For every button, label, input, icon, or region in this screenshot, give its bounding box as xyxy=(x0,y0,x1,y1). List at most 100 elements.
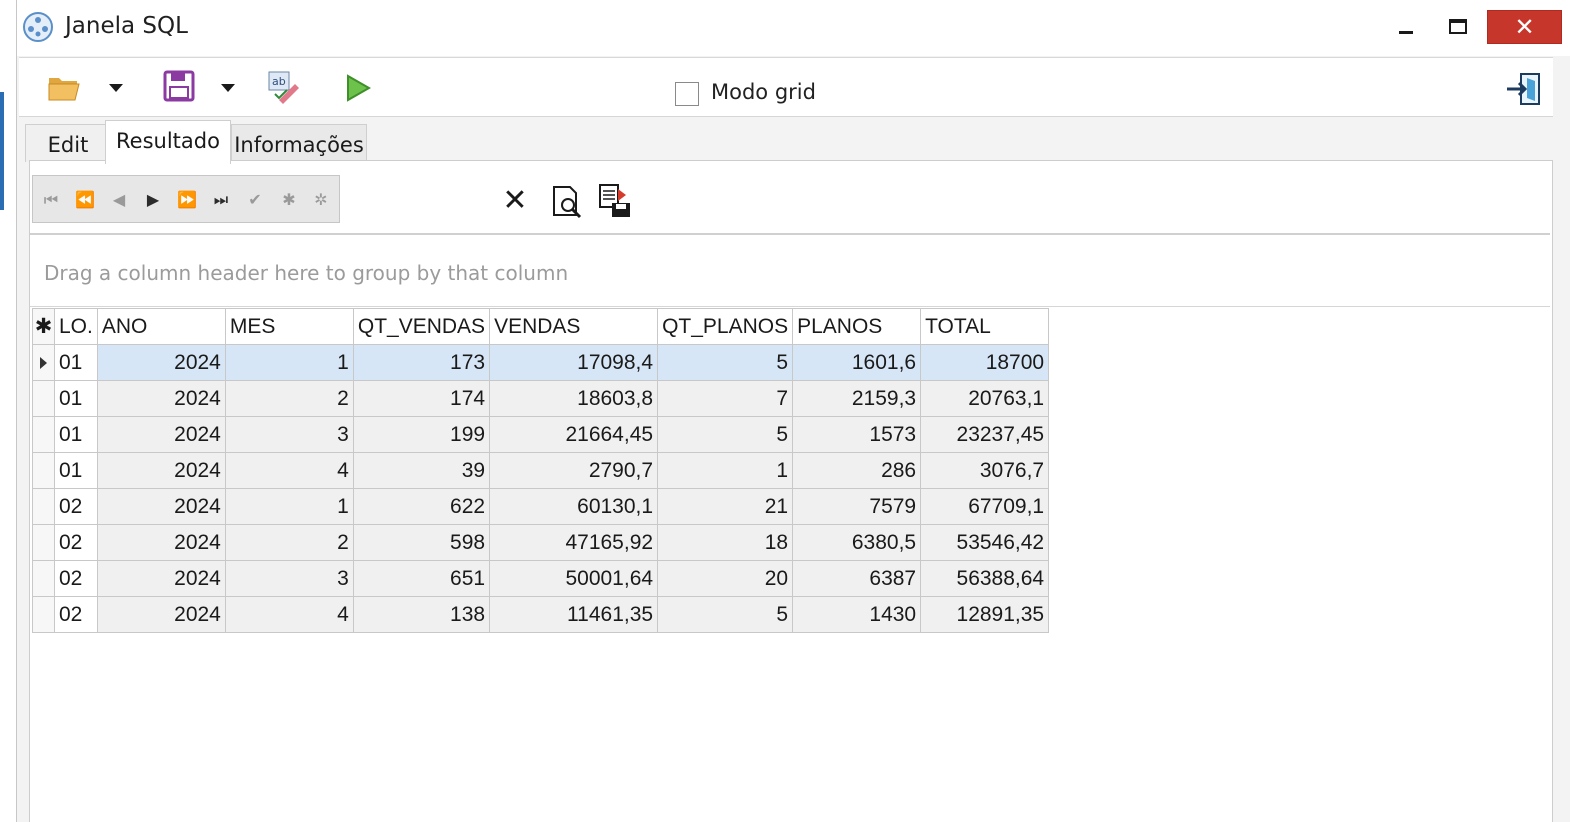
first-record-icon[interactable]: ⏮ xyxy=(37,186,65,214)
grid-cell[interactable]: 6380,5 xyxy=(792,524,922,561)
grid-cell[interactable]: 173 xyxy=(352,344,491,381)
grid-cell[interactable]: 60130,1 xyxy=(489,488,659,525)
grid-cell[interactable]: 1601,6 xyxy=(792,344,922,381)
exit-icon[interactable] xyxy=(1505,72,1545,106)
grid-cell[interactable]: 11461,35 xyxy=(489,596,659,633)
row-indicator[interactable] xyxy=(32,524,55,561)
grid-cell[interactable]: 47165,92 xyxy=(489,524,659,561)
grid-cell[interactable]: 7 xyxy=(657,380,794,417)
grid-cell[interactable]: 622 xyxy=(352,488,491,525)
grid-cell[interactable]: 199 xyxy=(352,416,491,453)
checkbox-box[interactable] xyxy=(675,82,699,106)
grid-cell[interactable]: 5 xyxy=(657,344,794,381)
prior-page-icon[interactable]: ⏪ xyxy=(71,186,99,214)
grid-cell[interactable]: 53546,42 xyxy=(920,524,1050,561)
row-indicator[interactable] xyxy=(32,560,55,597)
row-indicator[interactable] xyxy=(32,596,55,633)
grid-cell[interactable]: 1430 xyxy=(792,596,922,633)
next-page-icon[interactable]: ⏩ xyxy=(173,186,201,214)
grid-cell[interactable]: 1 xyxy=(224,344,354,381)
save-icon[interactable] xyxy=(163,70,195,102)
grid-cell[interactable]: 56388,64 xyxy=(920,560,1050,597)
run-icon[interactable] xyxy=(345,74,371,102)
table-row[interactable]: 02 2024 3 651 50001,64 20 6387 56388,64 xyxy=(32,560,1050,597)
grid-cell[interactable]: 4 xyxy=(224,452,354,489)
grid-cell[interactable]: 2024 xyxy=(96,560,226,597)
grid-cell[interactable]: 6387 xyxy=(792,560,922,597)
title-bar[interactable]: Janela SQL ✕ xyxy=(17,0,1570,56)
grid-cell[interactable]: 2024 xyxy=(96,488,226,525)
next-record-icon[interactable]: ▶ xyxy=(139,186,167,214)
grid-cell[interactable]: 2024 xyxy=(96,380,226,417)
grid-cell[interactable]: 18 xyxy=(657,524,794,561)
tab-resultado[interactable]: Resultado xyxy=(105,120,231,164)
grid-cell[interactable]: 17098,4 xyxy=(489,344,659,381)
grid-cell[interactable]: 02 xyxy=(54,524,98,561)
row-indicator[interactable] xyxy=(32,416,55,453)
grid-cell[interactable]: 3 xyxy=(224,560,354,597)
column-header-ano[interactable]: ANO xyxy=(96,308,226,345)
table-row[interactable]: 02 2024 1 622 60130,1 21 7579 67709,1 xyxy=(32,488,1050,525)
grid-cell[interactable]: 138 xyxy=(352,596,491,633)
last-record-icon[interactable]: ⏭ xyxy=(207,186,235,214)
grid-cell[interactable]: 21 xyxy=(657,488,794,525)
append-record-icon[interactable]: ✲ xyxy=(307,186,335,214)
table-row[interactable]: 02 2024 4 138 11461,35 5 1430 12891,35 xyxy=(32,596,1050,633)
grid-cell[interactable]: 12891,35 xyxy=(920,596,1050,633)
grid-cell[interactable]: 01 xyxy=(54,416,98,453)
grid-cell[interactable]: 1573 xyxy=(792,416,922,453)
table-row[interactable]: 01 2024 2 174 18603,8 7 2159,3 20763,1 xyxy=(32,380,1050,417)
grid-cell[interactable]: 174 xyxy=(352,380,491,417)
row-indicator[interactable] xyxy=(32,380,55,417)
grid-cell[interactable]: 02 xyxy=(54,560,98,597)
row-indicator[interactable] xyxy=(32,452,55,489)
delete-x-icon[interactable]: ✕ xyxy=(498,183,532,219)
grid-cell[interactable]: 651 xyxy=(352,560,491,597)
tab-edit[interactable]: Edit xyxy=(25,124,111,162)
column-header-planos[interactable]: PLANOS xyxy=(792,308,922,345)
column-header-qt-planos[interactable]: QT_PLANOS xyxy=(657,308,794,345)
grid-cell[interactable]: 5 xyxy=(657,596,794,633)
grid-cell[interactable]: 67709,1 xyxy=(920,488,1050,525)
grid-cell[interactable]: 1 xyxy=(224,488,354,525)
grid-corner-icon[interactable]: ✱ xyxy=(32,308,55,345)
grid-cell[interactable]: 2024 xyxy=(96,452,226,489)
grid-cell[interactable]: 1 xyxy=(657,452,794,489)
grid-cell[interactable]: 3 xyxy=(224,416,354,453)
prior-record-icon[interactable]: ◀ xyxy=(105,186,133,214)
grid-cell[interactable]: 02 xyxy=(54,488,98,525)
grid-cell[interactable]: 2024 xyxy=(96,344,226,381)
grid-cell[interactable]: 18700 xyxy=(920,344,1050,381)
grid-cell[interactable]: 5 xyxy=(657,416,794,453)
grid-cell[interactable]: 01 xyxy=(54,380,98,417)
column-header-lo[interactable]: LO. xyxy=(54,308,98,345)
table-row[interactable]: 02 2024 2 598 47165,92 18 6380,5 53546,42 xyxy=(32,524,1050,561)
grid-cell[interactable]: 21664,45 xyxy=(489,416,659,453)
grid-cell[interactable]: 286 xyxy=(792,452,922,489)
tab-informacoes[interactable]: Informações xyxy=(231,124,367,162)
grid-cell[interactable]: 7579 xyxy=(792,488,922,525)
column-header-qt-vendas[interactable]: QT_VENDAS xyxy=(352,308,491,345)
grid-cell[interactable]: 01 xyxy=(54,344,98,381)
spellcheck-icon[interactable]: ab xyxy=(267,70,301,104)
folder-open-icon[interactable] xyxy=(47,72,83,104)
grid-cell[interactable]: 3076,7 xyxy=(920,452,1050,489)
save-dropdown-caret-icon[interactable] xyxy=(221,84,235,92)
export-icon[interactable] xyxy=(598,183,632,219)
column-header-mes[interactable]: MES xyxy=(224,308,354,345)
grid-cell[interactable]: 20 xyxy=(657,560,794,597)
grid-cell[interactable]: 23237,45 xyxy=(920,416,1050,453)
post-record-icon[interactable]: ✔ xyxy=(241,186,269,214)
grid-cell[interactable]: 2790,7 xyxy=(489,452,659,489)
column-header-vendas[interactable]: VENDAS xyxy=(489,308,659,345)
table-row[interactable]: 01 2024 1 173 17098,4 5 1601,6 18700 xyxy=(32,344,1050,381)
column-header-total[interactable]: TOTAL xyxy=(920,308,1050,345)
grid-cell[interactable]: 2024 xyxy=(96,416,226,453)
row-indicator[interactable] xyxy=(32,344,55,381)
grid-cell[interactable]: 2 xyxy=(224,380,354,417)
grid-cell[interactable]: 39 xyxy=(352,452,491,489)
grid-cell[interactable]: 02 xyxy=(54,596,98,633)
grid-cell[interactable]: 50001,64 xyxy=(489,560,659,597)
maximize-button[interactable] xyxy=(1437,10,1481,44)
grid-cell[interactable]: 2159,3 xyxy=(792,380,922,417)
